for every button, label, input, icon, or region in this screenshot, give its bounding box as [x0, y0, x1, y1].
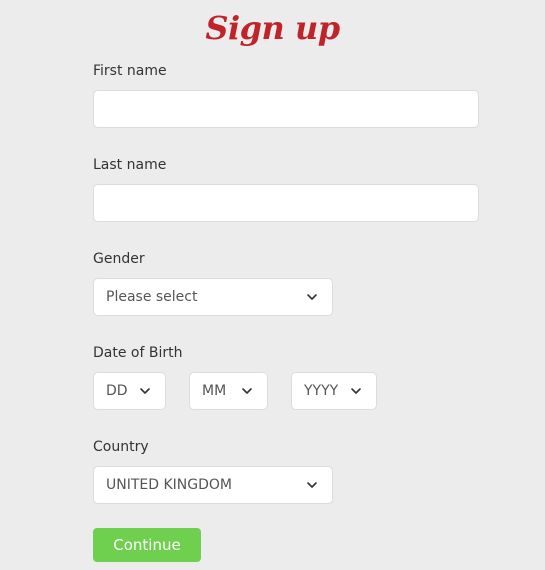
- gender-select[interactable]: Please select: [93, 278, 333, 316]
- dob-year-value: YYYY: [304, 383, 339, 399]
- continue-button[interactable]: Continue: [93, 528, 201, 562]
- dob-day-select[interactable]: DD: [93, 372, 166, 410]
- last-name-input[interactable]: [93, 184, 479, 222]
- country-label: Country: [93, 439, 149, 455]
- dob-month-select[interactable]: MM: [189, 372, 268, 410]
- dob-year-select[interactable]: YYYY: [291, 372, 377, 410]
- first-name-label: First name: [93, 63, 167, 79]
- chevron-down-icon: [306, 291, 318, 303]
- chevron-down-icon: [306, 479, 318, 491]
- chevron-down-icon: [241, 385, 253, 397]
- chevron-down-icon: [139, 385, 151, 397]
- dob-day-value: DD: [106, 383, 128, 399]
- page-title: Sign up: [205, 9, 340, 47]
- dob-label: Date of Birth: [93, 345, 183, 361]
- last-name-label: Last name: [93, 157, 167, 173]
- gender-label: Gender: [93, 251, 145, 267]
- dob-month-value: MM: [202, 383, 227, 399]
- country-select[interactable]: UNITED KINGDOM: [93, 466, 333, 504]
- country-select-value: UNITED KINGDOM: [106, 477, 232, 493]
- gender-select-value: Please select: [106, 289, 198, 305]
- chevron-down-icon: [350, 385, 362, 397]
- first-name-input[interactable]: [93, 90, 479, 128]
